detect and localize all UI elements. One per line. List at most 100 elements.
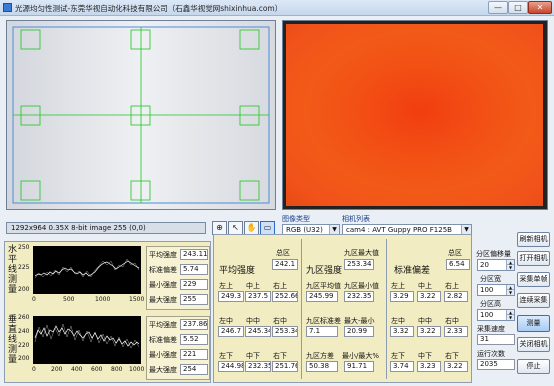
vertical-stats: 平均强度 237.86 标准偏差 5.52 最小强度 221 最大强度 254 <box>146 316 210 380</box>
intensity-value-ml: 246.7 <box>218 326 244 337</box>
camera-list-value: cam4 : AVT Guppy PRO F125B <box>346 226 452 234</box>
v-min-value: 221 <box>180 349 208 360</box>
std-value-tr: 2.82 <box>444 291 468 302</box>
horizontal-profile-line <box>34 260 140 277</box>
divider <box>386 239 387 379</box>
run-count-value: 2035 <box>477 359 515 370</box>
nine-std-label: 九区标准差 <box>306 317 341 325</box>
v-avg-value: 237.86 <box>180 319 208 330</box>
intensity-heatmap <box>286 24 543 206</box>
intensity-label-tc: 中上 <box>246 282 260 290</box>
std-value-bl: 3.74 <box>390 361 414 372</box>
horizontal-stats: 平均强度 243.11 标准偏差 5.74 最小强度 229 最大强度 255 <box>146 246 210 310</box>
minimize-button[interactable]: — <box>488 1 508 14</box>
nine-ratio-label: 最小/最大% <box>342 352 380 360</box>
intensity-label-bc: 中下 <box>246 352 260 360</box>
h-xtick-3: 1500 <box>129 296 145 303</box>
decrement-icon[interactable]: ▼ <box>506 290 514 295</box>
nine-max-value: 253.34 <box>344 259 374 270</box>
std-value-br: 3.22 <box>444 361 468 372</box>
arrow-icon[interactable]: ↖ <box>228 221 243 235</box>
zone-overlay <box>7 21 275 209</box>
run-count-label: 运行次数 <box>477 350 505 358</box>
zone-width-stepper[interactable]: 100 ▲ ▼ <box>477 284 515 296</box>
std-value-tl: 3.29 <box>390 291 414 302</box>
open-camera-button[interactable]: 打开相机 <box>517 251 550 266</box>
h-min-label: 最小强度 <box>149 281 177 289</box>
intensity-value-bc: 232.35 <box>245 361 271 372</box>
capture-single-button[interactable]: 采集单帧 <box>517 272 550 287</box>
intensity-value-bl: 244.98 <box>218 361 244 372</box>
intensity-value-br: 251.76 <box>272 361 298 372</box>
h-max-label: 最大强度 <box>149 296 177 304</box>
h-xtick-1: 500 <box>63 296 75 303</box>
v-std-value: 5.52 <box>180 334 208 345</box>
tolerance-label: 分区偏移量 <box>476 250 511 258</box>
image-info-bar: 1292x964 0.35X 8-bit image 255 (0,0) <box>6 222 206 234</box>
camera-list-label: 相机列表 <box>342 215 370 223</box>
hand-icon[interactable]: ✋ <box>244 221 259 235</box>
std-value-mr: 2.33 <box>444 326 468 337</box>
horizontal-profile-plot[interactable] <box>33 246 141 294</box>
nine-var-value: 50.38 <box>306 361 338 372</box>
std-value-tc: 3.22 <box>417 291 441 302</box>
h-std-label: 标准偏差 <box>149 266 177 274</box>
measure-button[interactable]: 测量 <box>517 315 550 332</box>
refresh-camera-button[interactable]: 刷新相机 <box>517 232 550 247</box>
capture-continuous-button[interactable]: 连续采集 <box>517 293 550 308</box>
app-icon <box>3 3 12 12</box>
vertical-profile-plot[interactable] <box>33 316 141 364</box>
intensity-value-tc: 237.5 <box>245 291 271 302</box>
maximize-button[interactable]: □ <box>508 1 528 14</box>
h-ymid: 225 <box>18 264 30 271</box>
zoom-icon[interactable]: ⊕ <box>212 221 227 235</box>
intensity-value-mr: 253.34 <box>272 326 298 337</box>
divider <box>301 239 302 379</box>
v-std-label: 标准偏差 <box>149 336 177 344</box>
nine-ratio-value: 91.71 <box>344 361 374 372</box>
v-max-label: 最大强度 <box>149 366 177 374</box>
title-bar: 光源均匀性测试-东莞华视自动化科技有限公司（石鑫华视觉网shixinhua.co… <box>0 0 554 16</box>
h-ymin: 200 <box>18 286 30 293</box>
nine-range-label: 最大-最小 <box>344 317 375 325</box>
source-image-view[interactable] <box>6 20 276 210</box>
std-label-tc: 中上 <box>418 282 432 290</box>
intensity-label-ml: 左中 <box>219 317 233 325</box>
window-title: 光源均匀性测试-东莞华视自动化科技有限公司（石鑫华视觉网shixinhua.co… <box>15 4 283 13</box>
intensity-label-mr: 右中 <box>273 317 287 325</box>
std-label-mr: 右中 <box>445 317 459 325</box>
horizontal-plot-title: 水平线测量 <box>7 245 17 295</box>
close-button[interactable]: ✕ <box>528 1 552 14</box>
v-xtick-0: 0 <box>32 366 36 373</box>
zone-height-value: 100 <box>480 311 494 319</box>
intensity-map-view[interactable] <box>282 20 548 210</box>
v-max-value: 254 <box>180 364 208 375</box>
line-profile-panel: 水平线测量 250 225 200 0 500 1000 1500 平均强度 2… <box>4 241 211 383</box>
intensity-label-mc: 中中 <box>246 317 260 325</box>
h-avg-value: 243.11 <box>180 249 208 260</box>
decrement-icon[interactable]: ▼ <box>506 265 514 270</box>
intensity-label-tl: 左上 <box>219 282 233 290</box>
close-camera-button[interactable]: 关闭相机 <box>517 337 550 352</box>
nine-min-label: 九区最小值 <box>344 282 379 290</box>
zone-statistics-panel: 平均强度 总区 242.1 左上 中上 右上 249.3 237.5 252.6… <box>213 234 472 383</box>
fit-icon[interactable]: ▭ <box>260 221 275 235</box>
std-label-br: 右下 <box>445 352 459 360</box>
nine-zone-title: 九区强度 <box>306 266 343 276</box>
stop-button[interactable]: 停止 <box>517 359 550 374</box>
image-info-text: 1292x964 0.35X 8-bit image 255 (0,0) <box>11 224 146 232</box>
intensity-title: 平均强度 <box>219 266 256 276</box>
intensity-total-label: 总区 <box>276 249 290 257</box>
h-std-value: 5.74 <box>180 264 208 275</box>
std-label-tr: 右上 <box>445 282 459 290</box>
v-ymax: 260 <box>18 314 30 321</box>
std-value-bc: 3.23 <box>417 361 441 372</box>
h-xtick-0: 0 <box>32 296 36 303</box>
decrement-icon[interactable]: ▼ <box>506 315 514 320</box>
intensity-label-bl: 左下 <box>219 352 233 360</box>
zone-height-stepper[interactable]: 100 ▲ ▼ <box>477 309 515 321</box>
h-xtick-2: 1000 <box>95 296 111 303</box>
tolerance-stepper[interactable]: 20 ▲ ▼ <box>477 259 515 271</box>
v-xtick-5: 1000 <box>129 366 145 373</box>
v-xtick-2: 400 <box>71 366 83 373</box>
